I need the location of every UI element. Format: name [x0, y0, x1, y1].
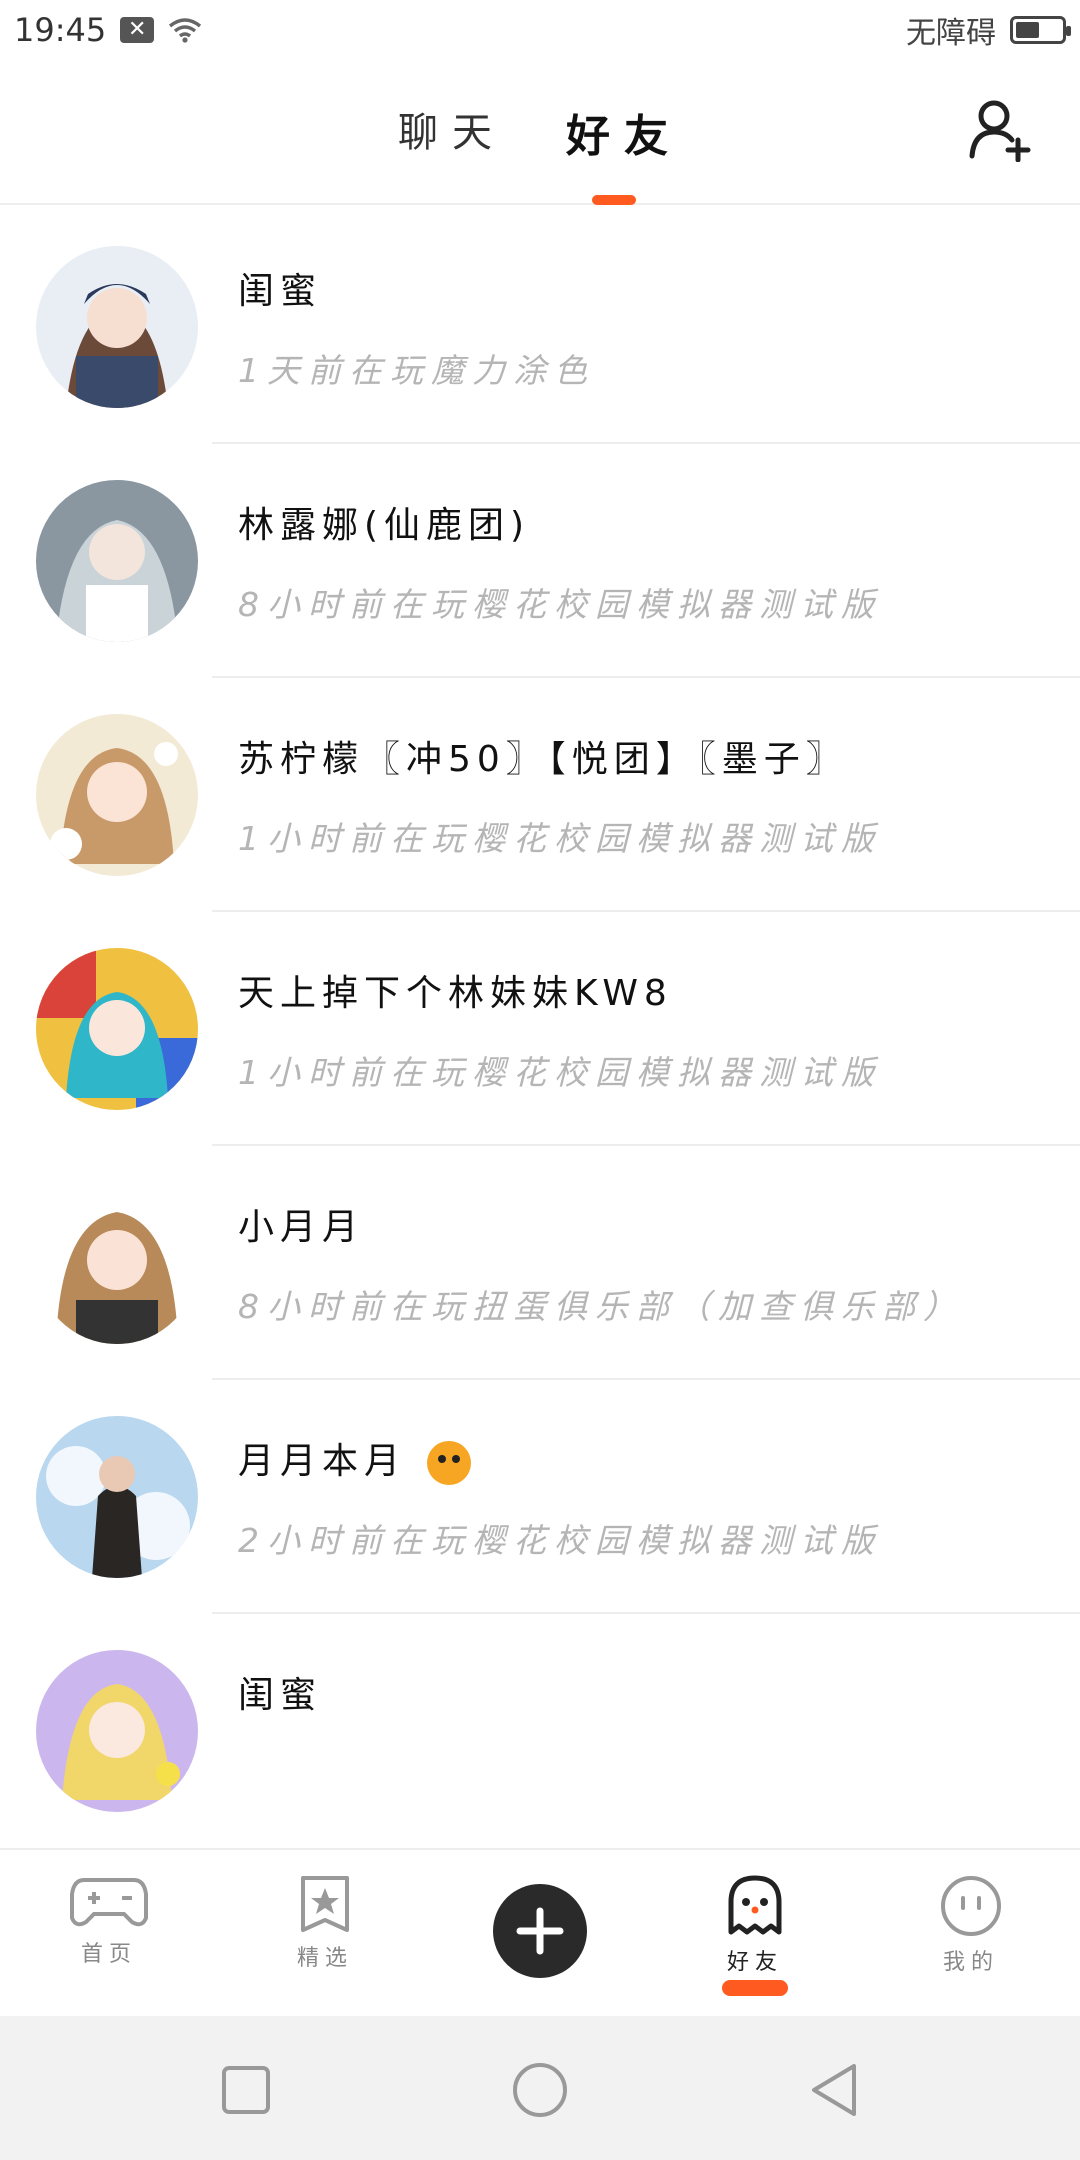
- home-icon[interactable]: [510, 2060, 570, 2120]
- nav-label: 我的: [942, 1950, 999, 1975]
- gamepad-icon: [70, 1878, 148, 1927]
- friend-list: 闺蜜 1天前在玩魔力涂色 林露娜(仙鹿团) 8小时前在玩樱花校园模拟器测试版 苏…: [0, 210, 1080, 1848]
- friend-name: 苏柠檬〖冲50〗【悦团】〖墨子〗: [238, 739, 848, 780]
- status-left: 19:45 ✕: [14, 11, 202, 49]
- friend-row[interactable]: 闺蜜 1天前在玩魔力涂色: [0, 210, 1080, 444]
- friends-screen: 19:45 ✕ 无障碍 聊天 好友 闺蜜 1天前在玩魔力涂色 林露娜(仙鹿团) …: [0, 0, 1080, 2160]
- status-bar: 19:45 ✕ 无障碍: [0, 0, 1080, 60]
- friend-row[interactable]: 月月本月 2小时前在玩樱花校园模拟器测试版: [0, 1380, 1080, 1614]
- avatar[interactable]: [36, 1182, 198, 1344]
- friend-name: 月月本月: [238, 1432, 472, 1485]
- active-nav-indicator: [722, 1980, 788, 1996]
- system-nav-bar: [0, 2016, 1080, 2160]
- friend-name: 小月月: [238, 1207, 365, 1248]
- plus-icon: [516, 1907, 564, 1955]
- nav-featured[interactable]: 精选: [260, 1874, 390, 1972]
- top-header: 聊天 好友: [0, 60, 1080, 205]
- battery-icon: [1010, 16, 1071, 44]
- add-user-icon[interactable]: [968, 98, 1032, 163]
- clock: 19:45: [14, 11, 107, 49]
- bottom-nav: 首页 精选 好友 我的: [0, 1848, 1080, 2016]
- nav-label: 首页: [80, 1942, 137, 1967]
- avatar[interactable]: [36, 246, 198, 408]
- create-button[interactable]: [493, 1884, 587, 1978]
- friend-row[interactable]: 天上掉下个林妹妹KW8 1小时前在玩樱花校园模拟器测试版: [0, 912, 1080, 1146]
- nav-label: 好友: [726, 1950, 783, 1975]
- friend-name: 闺蜜: [238, 1675, 323, 1716]
- tiger-emoji-icon: [427, 1441, 472, 1485]
- friend-row[interactable]: 小月月 8小时前在玩扭蛋俱乐部（加查俱乐部）: [0, 1146, 1080, 1380]
- back-icon[interactable]: [804, 2060, 864, 2120]
- friend-status: 8小时前在玩樱花校园模拟器测试版: [238, 585, 882, 624]
- friend-status: 1小时前在玩樱花校园模拟器测试版: [238, 819, 882, 858]
- friend-name: 天上掉下个林妹妹KW8: [238, 973, 673, 1014]
- friend-status: 1天前在玩魔力涂色: [238, 351, 595, 390]
- avatar[interactable]: [36, 714, 198, 876]
- friend-name: 闺蜜: [238, 271, 323, 312]
- notification-icon: ✕: [120, 17, 155, 43]
- avatar[interactable]: [36, 948, 198, 1110]
- accessibility-label: 无障碍: [906, 16, 996, 51]
- friend-status: 2小时前在玩樱花校园模拟器测试版: [238, 1521, 882, 1560]
- nav-home[interactable]: 首页: [44, 1874, 174, 1968]
- friend-status: 1小时前在玩樱花校园模拟器测试版: [238, 1053, 882, 1092]
- recent-apps-icon[interactable]: [216, 2060, 276, 2120]
- battery-level: [1016, 22, 1039, 38]
- active-tab-indicator: [592, 195, 636, 205]
- avatar[interactable]: [36, 480, 198, 642]
- tab-bar: 聊天 好友: [0, 100, 1080, 164]
- face-icon: [941, 1876, 1001, 1936]
- star-bookmark-icon: [301, 1876, 349, 1932]
- friend-row[interactable]: 苏柠檬〖冲50〗【悦团】〖墨子〗 1小时前在玩樱花校园模拟器测试版: [0, 678, 1080, 912]
- friend-status: 8小时前在玩扭蛋俱乐部（加查俱乐部）: [238, 1287, 964, 1326]
- tab-friends[interactable]: 好友: [566, 100, 682, 164]
- status-right: 无障碍: [906, 8, 1071, 52]
- nav-friends[interactable]: 好友: [690, 1874, 820, 1976]
- tab-chat[interactable]: 聊天: [398, 100, 506, 164]
- avatar[interactable]: [36, 1416, 198, 1578]
- avatar[interactable]: [36, 1650, 198, 1812]
- nav-label: 精选: [296, 1946, 353, 1971]
- ghost-icon: [728, 1875, 782, 1935]
- friend-row[interactable]: 闺蜜: [0, 1614, 1080, 1848]
- friend-name: 林露娜(仙鹿团): [238, 505, 531, 546]
- wifi-icon: [168, 17, 202, 43]
- friend-name-text: 月月本月: [238, 1441, 407, 1482]
- nav-profile[interactable]: 我的: [906, 1874, 1036, 1976]
- friend-row[interactable]: 林露娜(仙鹿团) 8小时前在玩樱花校园模拟器测试版: [0, 444, 1080, 678]
